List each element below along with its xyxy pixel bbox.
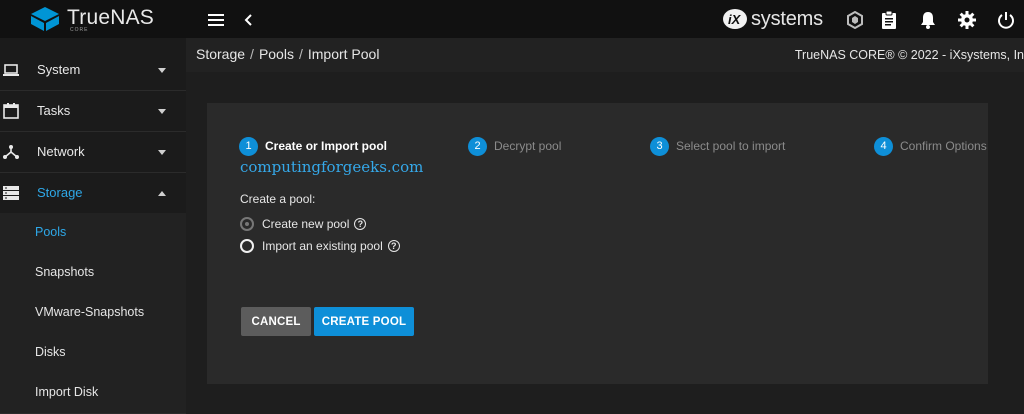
step-number: 1 [239, 136, 258, 156]
sidebar-item-storage[interactable]: Storage [0, 173, 186, 214]
sidebar-subitem-label: Import Disk [35, 385, 99, 399]
watermark-text: computingforgeeks.com [240, 158, 424, 176]
create-pool-label: Create a pool: [240, 192, 316, 206]
copyright-text: TrueNAS CORE® © 2022 - iXsystems, In [794, 48, 1024, 62]
clipboard-icon[interactable] [879, 10, 899, 30]
breadcrumb-storage[interactable]: Storage [196, 46, 245, 62]
create-new-pool-option[interactable]: Create new pool ? [240, 215, 367, 233]
calendar-icon [3, 103, 19, 119]
sidebar-item-label: Network [37, 144, 85, 159]
chevron-down-icon [158, 68, 166, 73]
truecommand-icon[interactable] [845, 10, 865, 30]
step-number: 4 [874, 136, 893, 156]
top-bar: TrueNAS CORE iX systems [0, 0, 1024, 38]
radio-label: Create new pool [262, 217, 350, 231]
sidebar-item-tasks[interactable]: Tasks [0, 91, 186, 132]
cancel-button[interactable]: CANCEL [241, 307, 311, 336]
radio-button-disabled[interactable] [240, 217, 254, 231]
sidebar-item-label: Tasks [37, 103, 71, 118]
breadcrumb: Storage / Pools / Import Pool [196, 46, 379, 62]
sidebar-item-label: Storage [37, 185, 83, 200]
radio-button[interactable] [240, 239, 254, 253]
menu-icon[interactable] [206, 10, 226, 30]
step-number: 3 [650, 136, 669, 156]
sidebar-subitem-snapshots[interactable]: Snapshots [0, 253, 186, 294]
truenas-logo-icon [31, 7, 59, 31]
storage-icon [3, 186, 19, 200]
ixsystems-text: systems [751, 7, 823, 30]
ixsystems-logo[interactable]: iX systems [722, 8, 823, 30]
truenas-logo[interactable]: TrueNAS CORE [30, 6, 154, 33]
breadcrumb-separator: / [298, 46, 303, 62]
ixsystems-mark-icon: iX [723, 9, 747, 29]
sidebar-subitem-pools[interactable]: Pools [0, 213, 186, 254]
wizard-step-4[interactable]: 4 Confirm Options [874, 135, 987, 157]
create-pool-button[interactable]: CREATE POOL [314, 307, 414, 336]
import-existing-pool-option[interactable]: Import an existing pool ? [240, 237, 400, 255]
power-icon[interactable] [996, 10, 1016, 30]
sidebar-subitem-label: Disks [35, 345, 66, 359]
step-label: Decrypt pool [494, 139, 562, 153]
gear-icon[interactable] [957, 10, 977, 30]
sidebar: System Tasks Network Storage Pools Snaps… [0, 38, 186, 414]
wizard-step-3[interactable]: 3 Select pool to import [650, 135, 785, 157]
chevron-down-icon [158, 150, 166, 155]
step-label: Create or Import pool [265, 139, 388, 153]
bell-icon[interactable] [918, 10, 938, 30]
import-pool-wizard-card: 1 Create or Import pool 2 Decrypt pool 3… [207, 103, 988, 384]
sidebar-item-system[interactable]: System [0, 50, 186, 91]
radio-label: Import an existing pool [262, 239, 383, 253]
sidebar-item-network[interactable]: Network [0, 132, 186, 173]
help-icon[interactable]: ? [354, 218, 367, 230]
network-icon [3, 145, 19, 159]
breadcrumb-bar: Storage / Pools / Import Pool TrueNAS CORE® … [186, 38, 1024, 72]
step-label: Select pool to import [676, 139, 786, 153]
step-label: Confirm Options [900, 139, 987, 153]
logo-subtext: CORE [70, 27, 89, 33]
sidebar-subitem-disks[interactable]: Disks [0, 333, 186, 374]
sidebar-subitem-label: Pools [35, 225, 67, 239]
sidebar-subitem-label: Snapshots [35, 265, 95, 279]
help-icon[interactable]: ? [387, 240, 400, 252]
breadcrumb-separator: / [250, 46, 254, 62]
wizard-step-2[interactable]: 2 Decrypt pool [468, 135, 561, 157]
sidebar-subitem-import-disk[interactable]: Import Disk [0, 373, 186, 414]
breadcrumb-pools[interactable]: Pools [259, 46, 294, 62]
step-number: 2 [468, 136, 487, 156]
laptop-icon [3, 64, 19, 76]
sidebar-subitem-label: VMware-Snapshots [35, 305, 145, 319]
wizard-step-1[interactable]: 1 Create or Import pool [239, 135, 387, 157]
sidebar-subitem-vmware-snapshots[interactable]: VMware-Snapshots [0, 293, 186, 334]
chevron-up-icon [158, 191, 166, 196]
sidebar-item-label: System [37, 62, 81, 77]
svg-text:iX: iX [728, 12, 742, 27]
breadcrumb-import-pool: Import Pool [307, 46, 380, 62]
back-chevron-icon[interactable] [238, 10, 258, 30]
chevron-down-icon [158, 109, 166, 114]
